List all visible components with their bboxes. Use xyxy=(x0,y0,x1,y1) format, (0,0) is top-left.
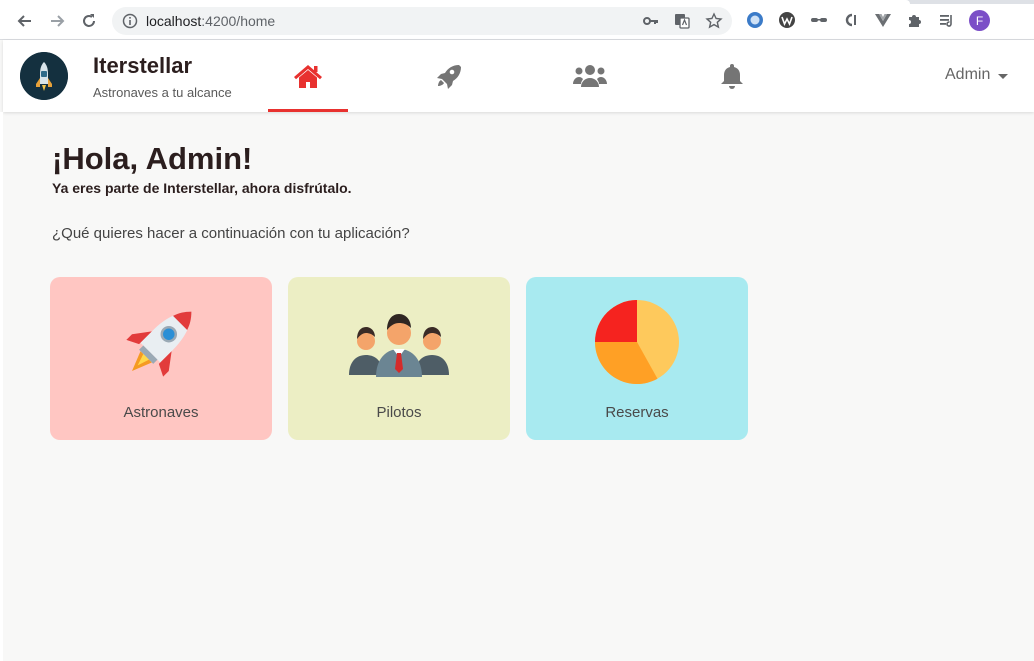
app-header: Iterstellar Astronaves a tu alcance Admi… xyxy=(3,40,1034,112)
extension-vue-icon[interactable] xyxy=(873,10,893,30)
nav-notifications[interactable] xyxy=(692,40,772,112)
extension-opera-icon[interactable] xyxy=(745,10,765,30)
pie-chart-illustration-icon xyxy=(595,300,679,385)
card-astronaves[interactable]: Astronaves xyxy=(50,277,272,440)
forward-icon[interactable] xyxy=(45,9,69,33)
tab-strip xyxy=(0,0,1034,4)
reload-icon[interactable] xyxy=(77,9,101,33)
card-reservas[interactable]: Reservas xyxy=(526,277,748,440)
brand-title: Iterstellar xyxy=(93,53,193,78)
bell-icon xyxy=(721,64,743,89)
rocket-illustration-icon xyxy=(126,311,192,377)
home-icon xyxy=(294,65,322,88)
prompt-question: ¿Qué quieres hacer a continuación con tu… xyxy=(52,225,410,242)
nav-pilots[interactable] xyxy=(550,40,630,112)
card-pilotos[interactable]: Pilotos xyxy=(288,277,510,440)
profile-avatar[interactable]: F xyxy=(969,10,990,31)
reading-list-icon[interactable] xyxy=(937,10,957,30)
back-icon[interactable] xyxy=(13,9,37,33)
rocket-icon xyxy=(437,65,461,89)
extension-w-icon[interactable] xyxy=(777,10,797,30)
url-host: localhost xyxy=(146,13,202,29)
brand-subtitle: Astronaves a tu alcance xyxy=(93,85,232,100)
info-icon[interactable] xyxy=(121,12,139,30)
url-path: :4200/home xyxy=(201,13,276,29)
extension-glasses-icon[interactable] xyxy=(809,10,829,30)
page-subtitle: Ya eres parte de Interstellar, ahora dis… xyxy=(52,180,352,196)
address-bar[interactable]: localhost:4200/home xyxy=(112,7,732,35)
nav-spaceships[interactable] xyxy=(408,40,488,112)
extensions-puzzle-icon[interactable] xyxy=(905,10,925,30)
window-edge xyxy=(0,112,3,661)
brand-logo-icon[interactable] xyxy=(20,52,68,100)
url-text: localhost:4200/home xyxy=(146,13,275,29)
users-icon xyxy=(573,65,607,87)
page-title: ¡Hola, Admin! xyxy=(52,141,253,176)
nav-home[interactable] xyxy=(268,40,348,112)
current-tab[interactable] xyxy=(0,0,910,4)
card-label: Astronaves xyxy=(123,404,199,421)
card-label: Reservas xyxy=(605,404,669,421)
team-illustration-icon xyxy=(349,314,449,377)
browser-toolbar: localhost:4200/home F xyxy=(0,0,1034,40)
card-label: Pilotos xyxy=(376,404,422,421)
user-menu-label: Admin xyxy=(945,66,991,83)
caret-down-icon xyxy=(998,73,1009,79)
bookmark-star-icon[interactable] xyxy=(705,12,723,30)
user-menu[interactable]: Admin xyxy=(945,66,1009,84)
extension-ci-icon[interactable] xyxy=(841,10,861,30)
translate-icon[interactable] xyxy=(673,12,691,30)
key-icon[interactable] xyxy=(642,12,660,30)
